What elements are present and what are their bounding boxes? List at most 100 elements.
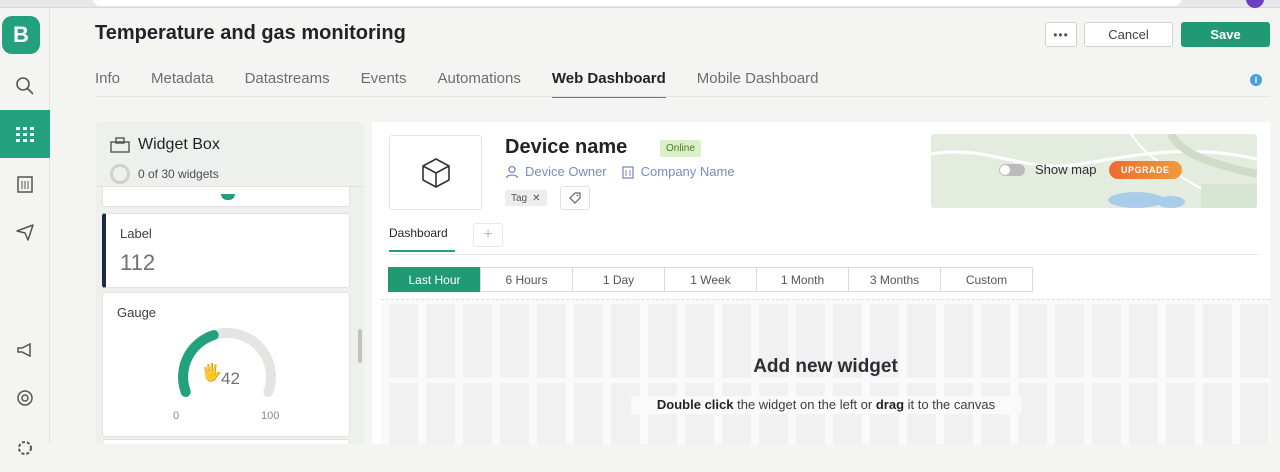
widget-box-header: Widget Box bbox=[110, 136, 220, 154]
widget-list-scrollbar[interactable] bbox=[358, 329, 362, 363]
widget-count: 0 of 30 widgets bbox=[110, 164, 219, 184]
user-icon bbox=[505, 165, 519, 178]
dashboard-canvas[interactable]: Add new widget Double click the widget o… bbox=[381, 299, 1270, 445]
more-options-button[interactable]: ••• bbox=[1045, 22, 1077, 47]
grid-icon[interactable] bbox=[0, 110, 50, 158]
canvas-grid-cell bbox=[648, 383, 677, 445]
browser-toolbar bbox=[0, 0, 1280, 8]
device-owner[interactable]: Device Owner bbox=[505, 164, 607, 179]
status-badge: Online bbox=[660, 140, 701, 157]
widget-card-title: Label bbox=[120, 226, 152, 241]
tab-mobile-dashboard[interactable]: Mobile Dashboard bbox=[697, 68, 819, 98]
canvas-grid-cell bbox=[944, 383, 973, 445]
widget-card-partial[interactable] bbox=[102, 187, 350, 207]
tag-icon bbox=[569, 192, 581, 204]
page-title: Temperature and gas monitoring bbox=[95, 22, 406, 44]
canvas-grid-cell bbox=[981, 383, 1010, 445]
range-1-month[interactable]: 1 Month bbox=[756, 267, 849, 292]
info-icon[interactable]: i bbox=[1250, 74, 1262, 86]
gauge-min: 0 bbox=[173, 410, 180, 422]
canvas-grid-cell bbox=[574, 383, 603, 445]
search-icon[interactable] bbox=[0, 62, 50, 110]
widget-box-panel: Widget Box 0 of 30 widgets Label 112 Gau… bbox=[96, 122, 364, 444]
tag-chip[interactable]: Tag ✕ bbox=[505, 190, 547, 206]
gauge-arc bbox=[178, 327, 276, 397]
gauge-max: 100 bbox=[261, 410, 280, 422]
range-last-hour[interactable]: Last Hour bbox=[388, 267, 481, 292]
widget-box-title: Widget Box bbox=[138, 136, 220, 153]
device-owner-label: Device Owner bbox=[525, 164, 607, 179]
range-3-months[interactable]: 3 Months bbox=[848, 267, 941, 292]
settings-icon[interactable] bbox=[0, 424, 50, 472]
tab-datastreams[interactable]: Datastreams bbox=[245, 68, 330, 98]
canvas-grid-cell bbox=[907, 383, 936, 445]
canvas-grid-cell bbox=[1166, 383, 1195, 445]
widget-card-partial[interactable] bbox=[102, 439, 350, 444]
canvas-grid-cell bbox=[426, 383, 455, 445]
canvas-grid-cell bbox=[1203, 383, 1232, 445]
map-preview: Show map UPGRADE bbox=[931, 134, 1257, 208]
widget-card-gauge[interactable]: Gauge 🖐 42 0 100 bbox=[102, 292, 350, 437]
tab-metadata[interactable]: Metadata bbox=[151, 68, 214, 98]
blynk-logo[interactable]: B bbox=[2, 16, 40, 54]
widget-box-icon bbox=[110, 137, 130, 153]
building-icon bbox=[621, 165, 634, 179]
canvas-grid-cell bbox=[1092, 383, 1121, 445]
profile-avatar[interactable] bbox=[1246, 0, 1264, 8]
range-1-week[interactable]: 1 Week bbox=[664, 267, 757, 292]
canvas-grid-cell bbox=[611, 383, 640, 445]
tab-dashboard[interactable]: Dashboard bbox=[389, 226, 455, 252]
megaphone-icon[interactable] bbox=[0, 326, 50, 374]
dashboard-editor: Device name Online Device Owner Company … bbox=[372, 122, 1270, 445]
save-button[interactable]: Save bbox=[1181, 22, 1270, 47]
dashboard-tabs-divider bbox=[389, 254, 1259, 255]
canvas-grid-cell bbox=[870, 383, 899, 445]
tab-automations[interactable]: Automations bbox=[437, 68, 520, 98]
device-image[interactable] bbox=[389, 135, 482, 210]
tab-web-dashboard[interactable]: Web Dashboard bbox=[551, 68, 666, 98]
canvas-grid-cell bbox=[685, 383, 714, 445]
canvas-grid-cell bbox=[833, 383, 862, 445]
template-header: Temperature and gas monitoring ••• Cance… bbox=[50, 8, 1280, 98]
add-dashboard-tab-button[interactable]: + bbox=[473, 223, 503, 247]
canvas-grid-cell bbox=[500, 383, 529, 445]
hint-bold-double-click: Double click bbox=[656, 397, 734, 412]
canvas-grid-cell bbox=[796, 383, 825, 445]
widget-count-ring-icon bbox=[110, 164, 130, 184]
canvas-grid-cell bbox=[1129, 383, 1158, 445]
widget-card-label[interactable]: Label 112 bbox=[102, 213, 350, 288]
range-1-day[interactable]: 1 Day bbox=[572, 267, 665, 292]
widget-list: Label 112 Gauge 🖐 42 0 100 bbox=[96, 186, 364, 444]
lifebuoy-icon[interactable] bbox=[0, 374, 50, 422]
header-divider bbox=[95, 96, 1270, 97]
range-6-hours[interactable]: 6 Hours bbox=[480, 267, 573, 292]
hint-text-2: it to the canvas bbox=[904, 397, 996, 412]
building-icon[interactable] bbox=[0, 160, 50, 208]
device-meta: Device Owner Company Name bbox=[505, 164, 749, 179]
add-tag-button[interactable] bbox=[560, 186, 590, 210]
sidebar: B bbox=[0, 8, 50, 455]
upgrade-badge[interactable]: UPGRADE bbox=[1109, 161, 1182, 179]
send-icon[interactable] bbox=[0, 208, 50, 256]
address-bar[interactable] bbox=[92, 0, 1182, 6]
tab-events[interactable]: Events bbox=[361, 68, 407, 98]
hand-cursor-icon: 🖐 bbox=[201, 363, 223, 382]
time-range-selector: Last Hour 6 Hours 1 Day 1 Week 1 Month 3… bbox=[388, 267, 1033, 292]
canvas-grid-cell bbox=[389, 383, 418, 445]
close-icon[interactable]: ✕ bbox=[532, 193, 540, 204]
canvas-grid-cell bbox=[463, 383, 492, 445]
company-name[interactable]: Company Name bbox=[621, 164, 735, 179]
show-map-toggle[interactable] bbox=[999, 164, 1025, 176]
tag-label: Tag bbox=[511, 192, 528, 204]
canvas-grid-cell bbox=[1240, 383, 1269, 445]
cube-icon bbox=[421, 157, 450, 188]
gauge-value: 42 bbox=[221, 369, 240, 388]
canvas-grid-cell bbox=[1055, 383, 1084, 445]
label-widget-value: 112 bbox=[120, 250, 156, 275]
widget-count-text: 0 of 30 widgets bbox=[138, 167, 219, 181]
tab-info[interactable]: Info bbox=[95, 68, 120, 98]
hint-text-1: the widget on the left or bbox=[733, 397, 876, 412]
range-custom[interactable]: Custom bbox=[940, 267, 1033, 292]
empty-canvas-title: Add new widget bbox=[753, 356, 898, 377]
cancel-button[interactable]: Cancel bbox=[1084, 22, 1173, 47]
